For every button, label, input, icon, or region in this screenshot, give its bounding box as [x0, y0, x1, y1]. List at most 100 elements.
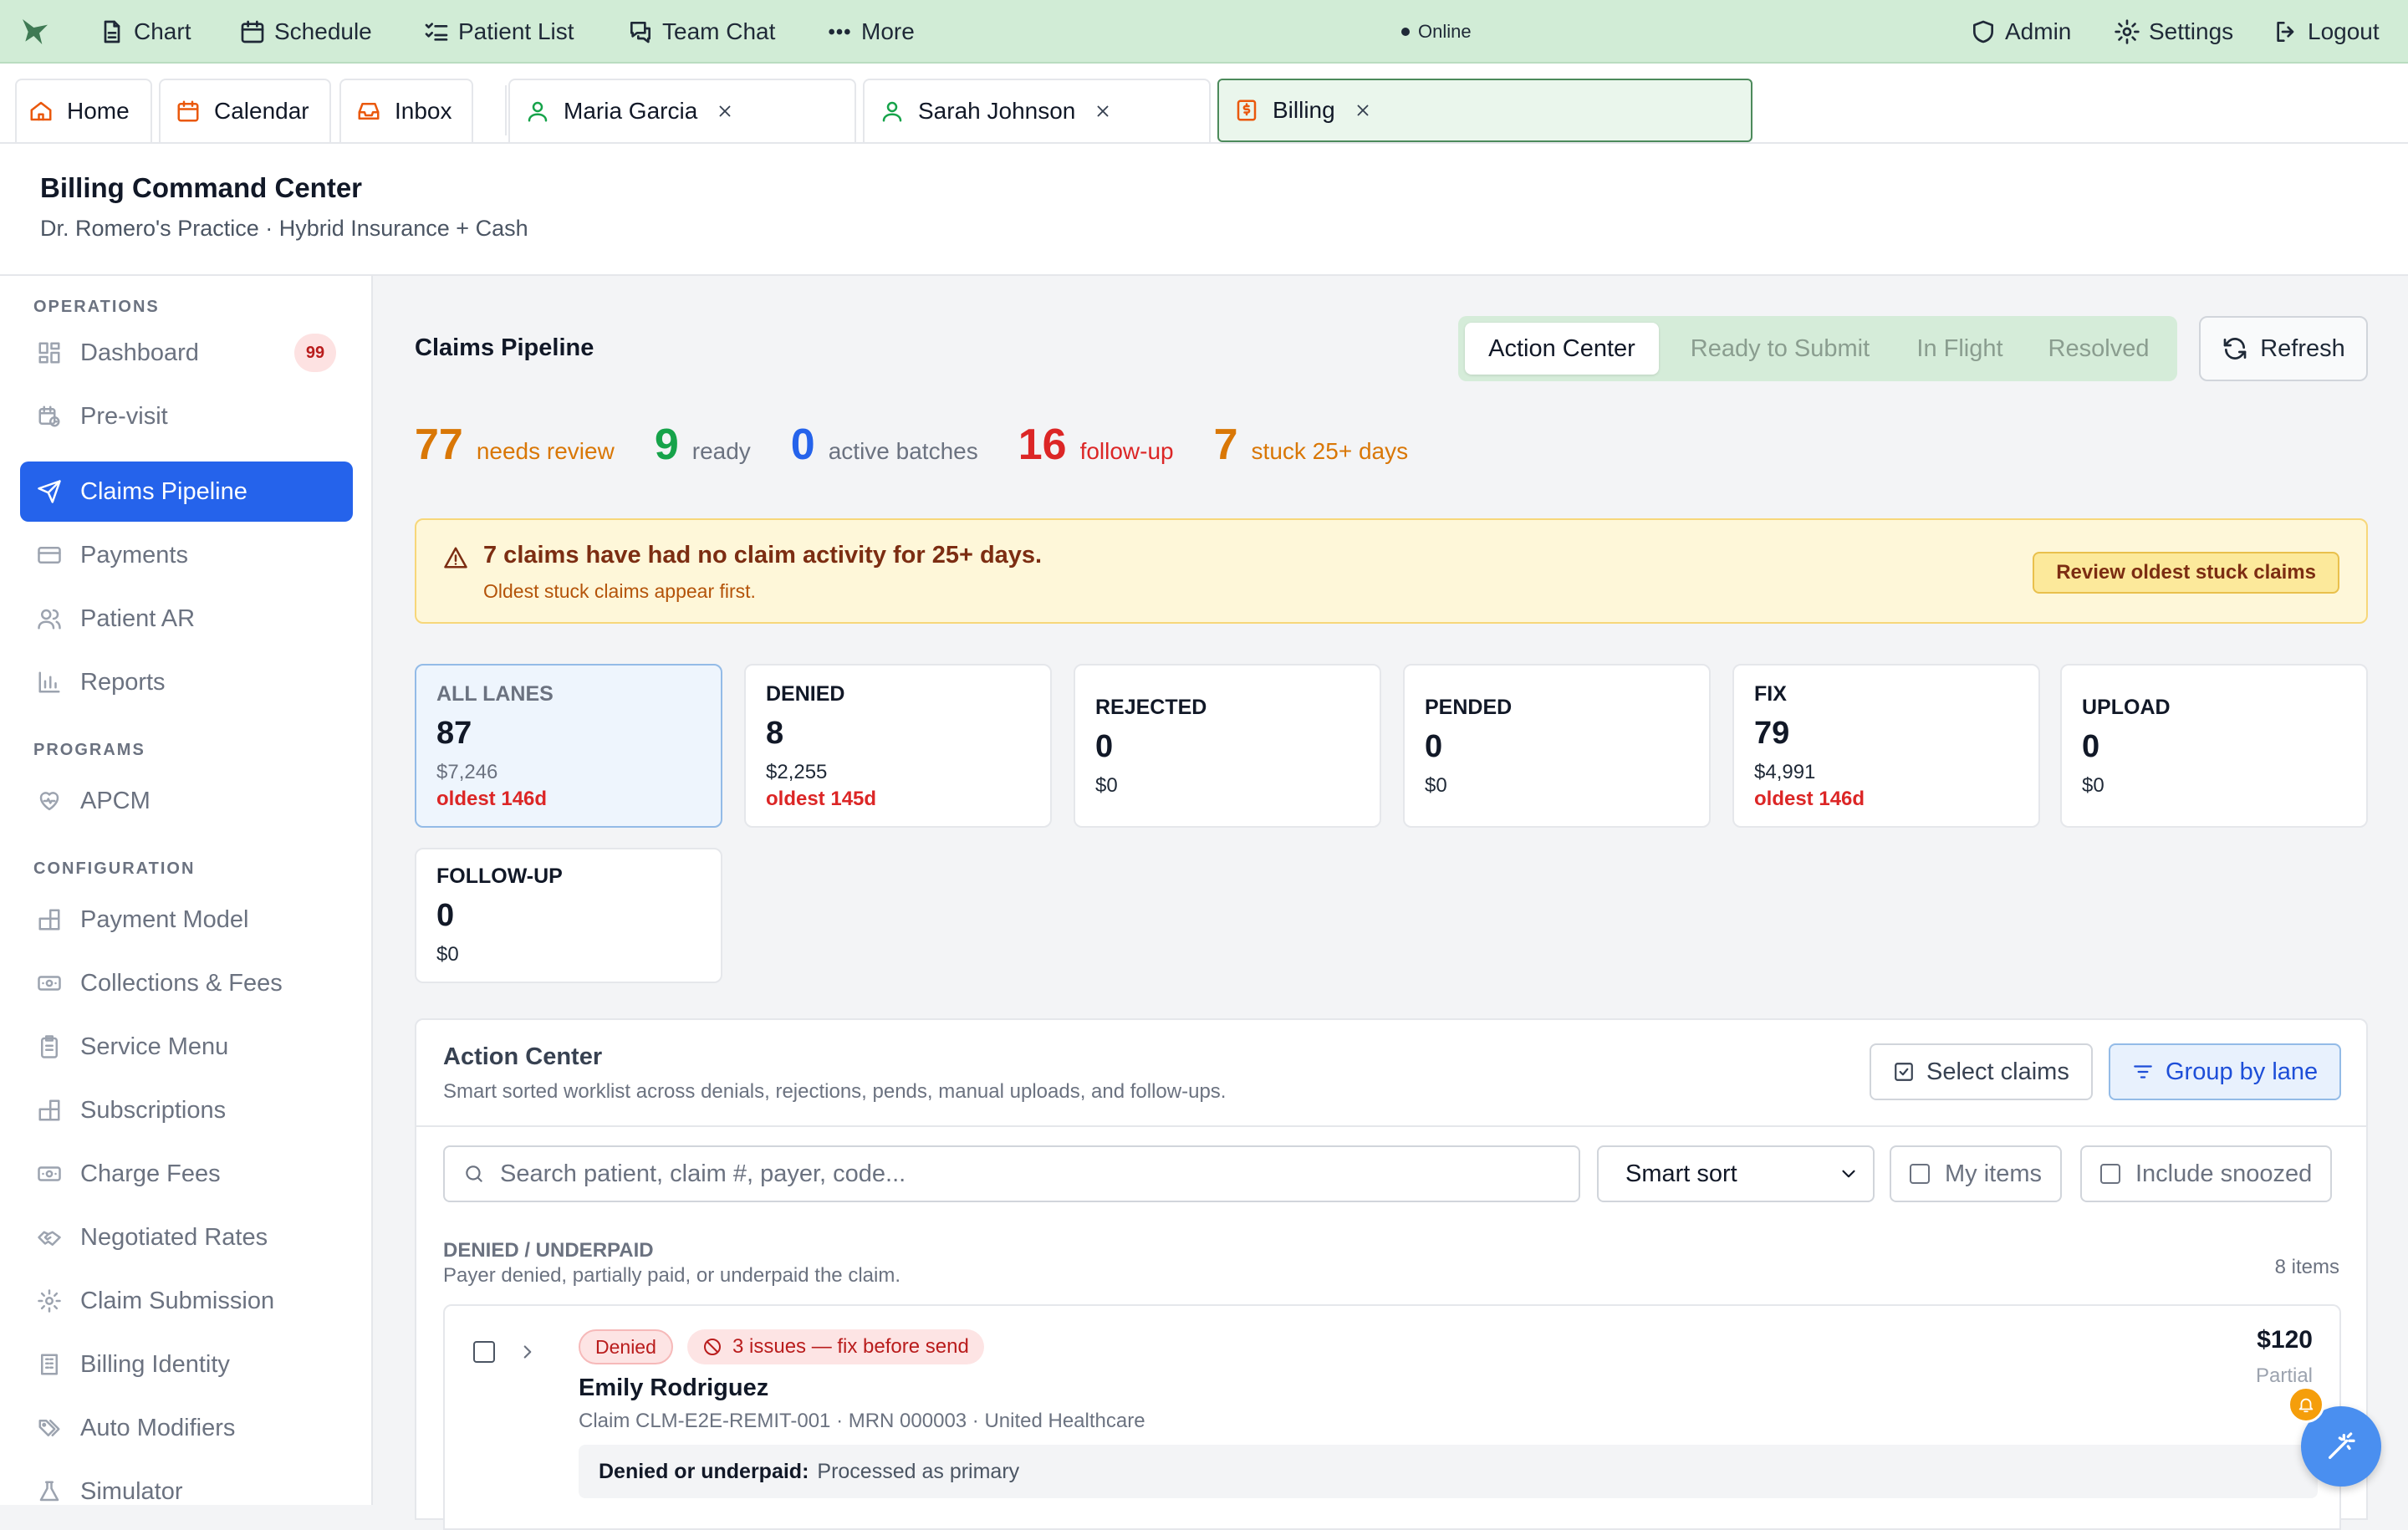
row-checkbox[interactable] — [473, 1341, 495, 1363]
sidebar-item-negotiated-rates[interactable]: Negotiated Rates — [20, 1207, 353, 1267]
action-center-title: Action Center — [443, 1043, 603, 1070]
sidebar-item-label: Patient AR — [80, 604, 196, 632]
tab-action-center[interactable]: Action Center — [1465, 323, 1659, 375]
nav-settings-label: Settings — [2149, 18, 2234, 44]
claim-meta: Claim CLM-E2E-REMIT-001 · MRN 000003 · U… — [579, 1410, 1145, 1432]
sidebar-item-reports[interactable]: Reports — [20, 652, 353, 712]
lane-card-fix[interactable]: FIX 79 $4,991 oldest 146d — [1732, 664, 2040, 828]
lane-card-denied[interactable]: DENIED 8 $2,255 oldest 145d — [744, 664, 1052, 828]
refresh-button[interactable]: Refresh — [2199, 316, 2368, 381]
nav-settings[interactable]: Settings — [2114, 0, 2233, 64]
chevron-right-icon[interactable] — [517, 1341, 538, 1363]
nav-logout[interactable]: Logout — [2273, 0, 2380, 64]
claim-row[interactable]: Denied 3 issues — fix before send Emily … — [443, 1304, 2341, 1530]
banknote-icon — [37, 971, 62, 996]
sidebar-item-dashboard[interactable]: Dashboard 99 — [20, 323, 353, 383]
sidebar-item-collections-fees[interactable]: Collections & Fees — [20, 953, 353, 1013]
notification-bell[interactable] — [2288, 1386, 2324, 1423]
logout-icon — [2273, 18, 2299, 45]
my-items-checkbox[interactable]: My items — [1890, 1145, 2062, 1202]
sidebar-item-charge-fees[interactable]: Charge Fees — [20, 1144, 353, 1204]
stat-active-batches[interactable]: 0 active batches — [791, 420, 978, 470]
sidebar-item-pre-visit[interactable]: Pre-visit — [20, 386, 353, 446]
nav-chart[interactable]: Chart — [99, 0, 191, 64]
nav-patient-list-label: Patient List — [458, 18, 574, 44]
group-description: Payer denied, partially paid, or underpa… — [443, 1264, 900, 1287]
close-icon[interactable] — [716, 102, 734, 120]
blocks-icon — [37, 907, 62, 932]
close-icon[interactable] — [1354, 101, 1372, 120]
lane-amount: $0 — [1095, 774, 1118, 797]
tab-resolved[interactable]: Resolved — [2028, 323, 2169, 375]
stat-needs-review[interactable]: 77 needs review — [415, 420, 615, 470]
search-input[interactable]: Search patient, claim #, payer, code... — [443, 1145, 1580, 1202]
sidebar-item-service-menu[interactable]: Service Menu — [20, 1017, 353, 1077]
alert-title: 7 claims have had no claim activity for … — [483, 542, 1043, 569]
lane-amount: $2,255 — [766, 761, 828, 783]
sidebar-item-apcm[interactable]: APCM — [20, 771, 353, 831]
sidebar-item-billing-identity[interactable]: Billing Identity — [20, 1334, 353, 1395]
sidebar-item-claim-submission[interactable]: Claim Submission — [20, 1271, 353, 1331]
nav-team-chat[interactable]: Team Chat — [627, 0, 775, 64]
app-logo-icon[interactable] — [17, 15, 54, 48]
tab-home[interactable]: Home — [15, 79, 152, 142]
nav-schedule[interactable]: Schedule — [239, 0, 372, 64]
select-claims-button[interactable]: Select claims — [1870, 1043, 2093, 1100]
calendar-icon — [176, 99, 201, 124]
lane-count: 0 — [2082, 729, 2100, 764]
stat-follow-up[interactable]: 16 follow-up — [1018, 420, 1174, 470]
nav-more[interactable]: More — [826, 0, 915, 64]
sidebar-item-claims-pipeline[interactable]: Claims Pipeline — [20, 462, 353, 522]
lane-card-all[interactable]: ALL LANES 87 $7,246 oldest 146d — [415, 664, 722, 828]
dashboard-icon — [37, 340, 62, 365]
view-switcher: Action Center Ready to Submit In Flight … — [1458, 316, 2177, 381]
issues-badge[interactable]: 3 issues — fix before send — [687, 1329, 984, 1364]
sort-select[interactable]: Smart sort — [1597, 1145, 1875, 1202]
handshake-icon — [37, 1225, 62, 1250]
tab-inbox[interactable]: Inbox — [339, 79, 473, 142]
lane-card-pended[interactable]: PENDED 0 $0 — [1403, 664, 1711, 828]
sidebar-item-label: Simulator — [80, 1477, 183, 1505]
tags-icon — [37, 1415, 62, 1441]
close-icon[interactable] — [1094, 102, 1112, 120]
lane-card-upload[interactable]: UPLOAD 0 $0 — [2060, 664, 2368, 828]
stat-ready[interactable]: 9 ready — [655, 420, 751, 470]
tab-in-flight[interactable]: In Flight — [1901, 323, 2018, 375]
stat-value: 16 — [1018, 421, 1067, 469]
sidebar-item-label: Reports — [80, 668, 166, 696]
tab-maria-garcia-label: Maria Garcia — [564, 98, 698, 124]
top-bar: Chart Schedule Patient List Team Chat Mo… — [0, 0, 2408, 64]
include-snoozed-checkbox[interactable]: Include snoozed — [2080, 1145, 2333, 1202]
issues-label: 3 issues — fix before send — [732, 1335, 969, 1358]
sidebar-item-auto-modifiers[interactable]: Auto Modifiers — [20, 1398, 353, 1458]
lane-card-follow-up[interactable]: FOLLOW-UP 0 $0 — [415, 848, 722, 983]
credit-card-icon — [37, 543, 62, 568]
lane-card-rejected[interactable]: REJECTED 0 $0 — [1074, 664, 1381, 828]
sidebar-item-payment-model[interactable]: Payment Model — [20, 890, 353, 950]
tab-patient-sarah-johnson[interactable]: Sarah Johnson — [863, 79, 1211, 142]
tab-calendar[interactable]: Calendar — [159, 79, 331, 142]
nav-patient-list[interactable]: Patient List — [423, 0, 574, 64]
tab-billing[interactable]: Billing — [1217, 79, 1752, 142]
nav-admin[interactable]: Admin — [1970, 0, 2071, 64]
review-stuck-claims-button[interactable]: Review oldest stuck claims — [2033, 552, 2339, 594]
stat-stuck[interactable]: 7 stuck 25+ days — [1214, 420, 1408, 470]
tab-ready-to-submit[interactable]: Ready to Submit — [1671, 323, 1890, 375]
lane-count: 8 — [766, 716, 784, 751]
patient-name[interactable]: Emily Rodriguez — [579, 1374, 768, 1402]
ellipsis-icon — [826, 18, 853, 45]
sidebar-item-patient-ar[interactable]: Patient AR — [20, 589, 353, 649]
blocks-icon — [37, 1098, 62, 1123]
checkbox[interactable] — [2100, 1164, 2120, 1184]
list-check-icon — [423, 18, 450, 45]
nav-team-chat-label: Team Chat — [662, 18, 776, 44]
group-by-lane-button[interactable]: Group by lane — [2109, 1043, 2342, 1100]
sidebar-item-simulator[interactable]: Simulator — [20, 1461, 353, 1522]
sidebar-item-payments[interactable]: Payments — [20, 525, 353, 585]
tab-patient-maria-garcia[interactable]: Maria Garcia — [508, 79, 856, 142]
lane-label: ALL LANES — [436, 682, 554, 706]
checkbox[interactable] — [1910, 1164, 1930, 1184]
sidebar-item-subscriptions[interactable]: Subscriptions — [20, 1080, 353, 1140]
stat-label: follow-up — [1079, 438, 1174, 464]
tab-billing-label: Billing — [1273, 97, 1335, 123]
